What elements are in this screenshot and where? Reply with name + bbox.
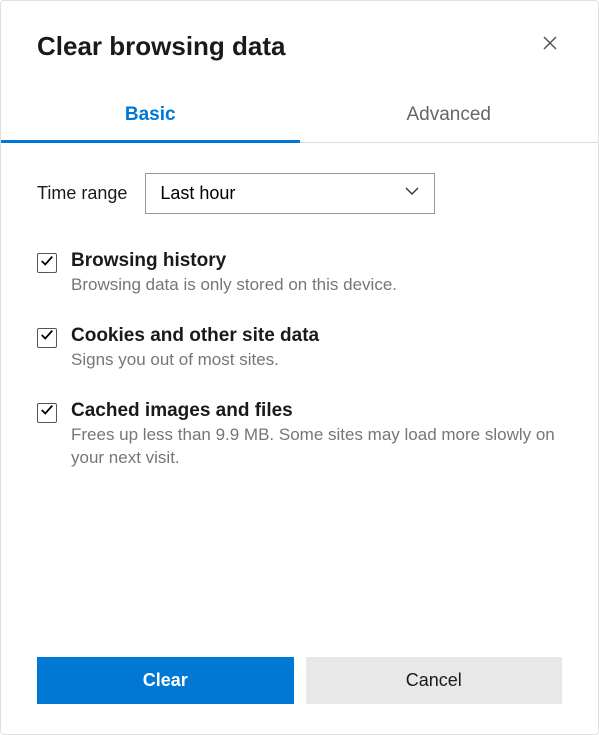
close-icon (542, 35, 558, 55)
checkmark-icon (40, 403, 54, 422)
option-cookies: Cookies and other site data Signs you ou… (37, 325, 562, 372)
checkbox-cached[interactable] (37, 403, 57, 423)
tab-bar: Basic Advanced (1, 90, 598, 143)
tab-advanced[interactable]: Advanced (300, 90, 599, 142)
option-desc: Frees up less than 9.9 MB. Some sites ma… (71, 424, 562, 470)
tab-basic[interactable]: Basic (1, 90, 300, 142)
checkbox-browsing-history[interactable] (37, 253, 57, 273)
option-title: Browsing history (71, 250, 562, 272)
option-desc: Signs you out of most sites. (71, 349, 562, 372)
time-range-label: Time range (37, 183, 127, 204)
option-cached: Cached images and files Frees up less th… (37, 400, 562, 470)
dialog-title: Clear browsing data (37, 31, 286, 62)
checkbox-cookies[interactable] (37, 328, 57, 348)
option-title: Cookies and other site data (71, 325, 562, 347)
option-desc: Browsing data is only stored on this dev… (71, 274, 562, 297)
close-button[interactable] (538, 31, 562, 58)
time-range-select[interactable]: Last hour (145, 173, 435, 214)
checkmark-icon (40, 328, 54, 347)
option-browsing-history: Browsing history Browsing data is only s… (37, 250, 562, 297)
clear-button[interactable]: Clear (37, 657, 294, 704)
time-range-value: Last hour (160, 183, 235, 204)
checkmark-icon (40, 254, 54, 273)
option-title: Cached images and files (71, 400, 562, 422)
chevron-down-icon (404, 183, 420, 204)
cancel-button[interactable]: Cancel (306, 657, 563, 704)
